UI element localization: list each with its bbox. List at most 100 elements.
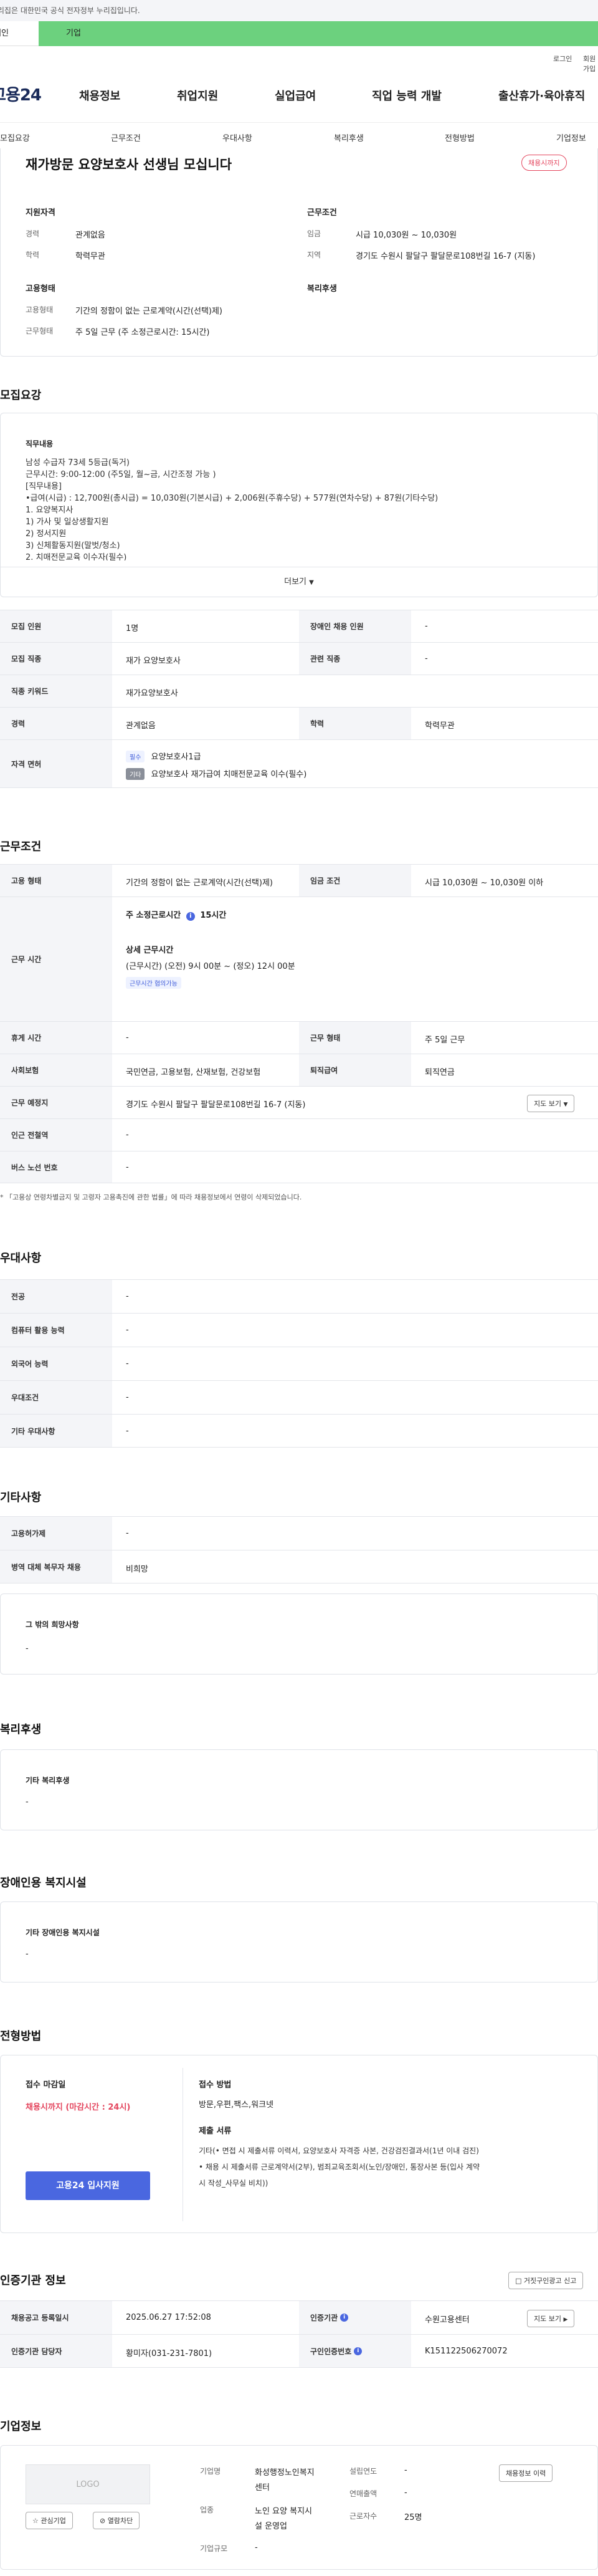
table-row: 인증기관 담당자 황미자(031-231-7801) 구인인증번호 i K151… <box>0 2334 598 2368</box>
table-cell: 관계없음 <box>126 721 156 731</box>
table-header: 외국어 능력 <box>0 1347 112 1380</box>
size-value: - <box>255 2543 258 2552</box>
method-value: 방문,우편,팩스,워크넷 <box>199 2100 274 2110</box>
block-view-button[interactable]: ⊘ 열람차단 <box>93 2512 140 2529</box>
anchor-company[interactable]: 기업정보 <box>556 132 586 143</box>
gnb-parental-leave[interactable]: 출산휴가·육아휴직 <box>498 87 585 103</box>
favorite-label: 관심기업 <box>40 2517 66 2525</box>
gnb-jobs[interactable]: 채용정보 <box>79 87 120 103</box>
welfare-card: 기타 복리후생 - <box>0 1749 598 1830</box>
tab-corporate[interactable]: 기업 <box>39 21 598 46</box>
welfare-heading: 복리후생 <box>307 284 337 294</box>
table-row: 근무 예정지 경기도 수원시 팔달구 팔달문로108번길 16-7 (지동) 지… <box>0 1086 598 1118</box>
table-header: 휴게 시간 <box>0 1022 112 1054</box>
anchor-welfare[interactable]: 복리후생 <box>334 132 364 143</box>
table-cell: 비희망 <box>126 1565 148 1574</box>
education-label: 학력 <box>26 251 40 259</box>
chevron-down-icon: ▼ <box>309 579 314 586</box>
table-row: 경력 관계없음 학력 학력무관 <box>0 707 598 739</box>
deadline-badge: 채용시까지 <box>521 155 567 171</box>
favorite-company-button[interactable]: ☆ 관심기업 <box>26 2512 73 2529</box>
table-cell: 주 5일 근무 <box>425 1036 465 1045</box>
table-cell: - <box>126 1163 129 1172</box>
gnb-unemployment-benefit[interactable]: 실업급여 <box>275 87 316 103</box>
anchor-selection[interactable]: 전형방법 <box>445 132 475 143</box>
weekly-hours: 주 소정근로시간 i 15시간 <box>126 908 226 921</box>
org-label-text: 인증기관 <box>310 2314 338 2322</box>
job-desc-line: [직무내용] <box>26 482 62 491</box>
tab-corporate-label: 기업 <box>66 29 81 38</box>
table-cell: - <box>126 1130 129 1140</box>
info-icon[interactable]: i <box>186 912 195 921</box>
table-row: 근무 시간 주 소정근로시간 i 15시간 상세 근무시간 (근무시간) (오전… <box>0 896 598 1021</box>
report-icon: □ <box>515 2277 522 2285</box>
gnb-vocational-training[interactable]: 직업 능력 개발 <box>372 87 442 103</box>
table-row: 모집 인원 1명 장애인 채용 인원 - <box>0 610 598 642</box>
audience-tabs: 개인 기업 <box>0 21 598 46</box>
method-heading: 접수 방법 <box>199 2080 232 2090</box>
table-header: 채용공고 등록일시 <box>0 2301 112 2334</box>
emptype-value: 기간의 정함이 없는 근로계약(시간(선택)제) <box>75 307 223 316</box>
apply-button[interactable]: 고용24 입사지원 <box>26 2171 150 2200</box>
table-cell: - <box>425 622 428 631</box>
report-fake-ad-button[interactable]: □ 거짓구인광고 신고 <box>508 2272 584 2289</box>
site-logo[interactable]: 고용24 <box>0 82 50 105</box>
org-map-label: 지도 보기 <box>534 2315 561 2323</box>
table-row: 컴퓨터 활용 능력 - <box>0 1313 598 1347</box>
table-cell: - <box>126 1292 129 1301</box>
employees-label: 근로자수 <box>349 2512 377 2521</box>
documents-heading: 제출 서류 <box>199 2127 232 2136</box>
table-row: 휴게 시간 - 근무 형태 주 5일 근무 <box>0 1021 598 1054</box>
table-row: 외국어 능력 - <box>0 1347 598 1380</box>
login-link[interactable]: 로그인 <box>553 54 572 64</box>
table-header: 임금 조건 <box>299 865 411 896</box>
table-row: 사회보험 국민연금, 고용보험, 산재보험, 건강보험 퇴직급여 퇴직연금 <box>0 1054 598 1086</box>
industry-label: 업종 <box>200 2506 214 2514</box>
job-desc-line: •급여(시급) : 12,700원(총시급) = 10,030원(기본시급) +… <box>26 494 439 503</box>
signup-link[interactable]: 회원가입 <box>583 54 598 74</box>
disabled-section-title: 장애인용 복지시설 <box>0 1877 87 1890</box>
job-description-text: 남성 수급자 73세 5등급(독거) 근무시간: 9:00-12:00 (주5일… <box>26 457 586 560</box>
disabled-box-heading: 기타 장애인용 복지시설 <box>26 1928 100 1937</box>
recruit-section-title: 모집요강 <box>0 389 42 402</box>
section-anchor-nav: 모집요강 근무조건 우대사항 복리후생 전형방법 기업정보 <box>0 122 598 150</box>
job-desc-line: 근무시간: 9:00-12:00 (주5일, 월~금, 시간조정 가능 ) <box>26 470 216 479</box>
block-label: 열람차단 <box>107 2517 133 2525</box>
table-header: 우대조건 <box>0 1381 112 1414</box>
anchor-recruit[interactable]: 모집요강 <box>0 132 30 143</box>
table-header: 자격 면허 <box>0 740 112 787</box>
more-button[interactable]: 더보기 ▼ <box>1 567 597 597</box>
documents-line: 시 작성_사무실 비치)) <box>199 2179 268 2188</box>
table-header: 고용허가제 <box>0 1517 112 1550</box>
job-desc-line: 2) 정서지원 <box>26 529 67 539</box>
conditions-section-title: 근무조건 <box>0 840 42 853</box>
selection-section-title: 전형방법 <box>0 2030 42 2043</box>
emptype-label: 고용형태 <box>26 305 54 314</box>
industry-value: 노인 요양 복지시 <box>255 2507 312 2516</box>
employment-type-heading: 고용형태 <box>26 284 55 294</box>
career-value: 관계없음 <box>75 231 105 240</box>
founded-label: 설립연도 <box>349 2467 377 2476</box>
table-header: 퇴직급여 <box>299 1054 411 1086</box>
license-item: 필수 요양보호사1급 <box>126 750 201 762</box>
other-section-title: 기타사항 <box>0 1491 42 1504</box>
table-cell: - <box>126 1325 129 1335</box>
size-label: 기업규모 <box>200 2544 228 2553</box>
other-tag: 기타 <box>126 768 145 780</box>
anchor-preferences[interactable]: 우대사항 <box>222 132 252 143</box>
company-name-value: 화성행정노인복지 <box>255 2468 315 2477</box>
job-history-button[interactable]: 채용정보 이력 <box>499 2464 553 2482</box>
tab-individual[interactable]: 개인 <box>0 21 39 46</box>
company-card: LOGO ☆ 관심기업 ⊘ 열람차단 기업명 화성행정노인복지 센터 업종 노인… <box>0 2445 598 2570</box>
table-cell: - <box>126 1359 129 1368</box>
gnb-employment-support[interactable]: 취업지원 <box>177 87 218 103</box>
table-row: 자격 면허 필수 요양보호사1급 기타 요양보호사 재가급여 치매전문교육 이수… <box>0 739 598 788</box>
org-map-button[interactable]: 지도 보기 ▶ <box>527 2310 575 2327</box>
map-view-button[interactable]: 지도 보기 ▼ <box>527 1095 575 1112</box>
info-icon[interactable]: i <box>354 2347 363 2355</box>
table-header: 직종 키워드 <box>0 675 112 707</box>
table-header: 모집 인원 <box>0 610 112 642</box>
table-cell: 수원고용센터 <box>425 2315 470 2325</box>
info-icon[interactable]: i <box>340 2314 349 2322</box>
anchor-conditions[interactable]: 근무조건 <box>111 132 141 143</box>
